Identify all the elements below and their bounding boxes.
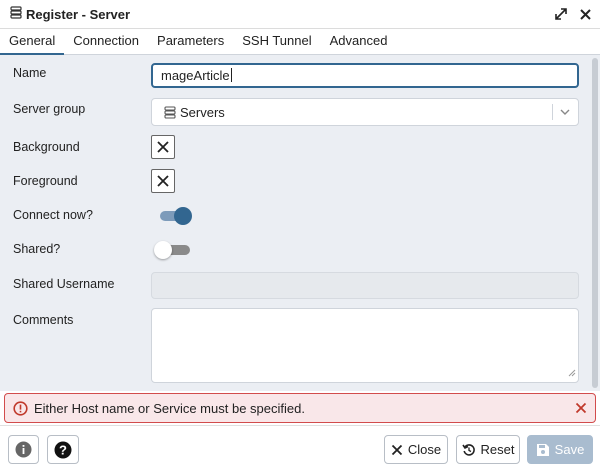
close-button[interactable]: Close [384,435,448,464]
tab-connection[interactable]: Connection [64,29,148,55]
comments-label: Comments [13,313,74,327]
toggle-knob [174,207,192,225]
error-alert: Either Host name or Service must be spec… [4,393,596,423]
clear-color-icon [157,141,169,153]
tab-parameters[interactable]: Parameters [148,29,233,55]
reset-icon [461,443,476,457]
tab-ssh-tunnel[interactable]: SSH Tunnel [233,29,320,55]
text-caret [230,68,232,82]
clear-color-icon [157,175,169,187]
name-input[interactable]: mageArticle [151,63,579,88]
resize-grip-icon[interactable] [568,365,576,380]
server-group-icon [164,105,176,119]
help-icon: ? [54,441,72,459]
tab-bar: General Connection Parameters SSH Tunnel… [0,29,600,55]
shared-label: Shared? [13,242,61,256]
dismiss-error-icon[interactable] [575,402,587,414]
shared-username-input [151,272,579,299]
server-group-label: Server group [13,102,86,116]
select-separator [552,104,553,120]
svg-text:?: ? [59,442,67,457]
server-icon [10,6,22,22]
close-x-icon [391,444,403,456]
maximize-icon[interactable] [554,6,568,22]
shared-username-label: Shared Username [13,277,115,291]
reset-button[interactable]: Reset [456,435,520,464]
toggle-knob [154,241,172,259]
reset-button-label: Reset [480,442,515,457]
dialog-title: Register - Server [26,6,131,22]
foreground-color-picker[interactable] [151,169,175,193]
background-label: Background [13,140,80,154]
name-input-value: mageArticle [161,68,230,83]
tab-general[interactable]: General [0,29,65,55]
dialog-titlebar[interactable]: Register - Server [0,0,600,29]
tab-advanced[interactable]: Advanced [321,29,397,55]
comments-textarea[interactable] [151,308,579,383]
panel-scrollbar[interactable] [592,58,598,388]
help-button[interactable]: ? [47,435,79,464]
foreground-label: Foreground [13,174,78,188]
connect-now-label: Connect now? [13,208,93,222]
server-group-value: Servers [180,104,225,120]
alert-circle-icon [13,400,28,416]
save-button[interactable]: Save [527,435,593,464]
error-message: Either Host name or Service must be spec… [34,400,305,416]
connect-now-toggle[interactable] [160,206,192,226]
shared-toggle[interactable] [154,240,192,260]
save-button-label: Save [554,442,585,457]
background-color-picker[interactable] [151,135,175,159]
chevron-down-icon[interactable] [559,106,571,121]
info-button[interactable] [8,435,39,464]
name-label: Name [13,66,47,80]
close-button-label: Close [407,442,442,457]
info-icon [15,441,32,458]
server-group-select[interactable]: Servers [151,98,579,126]
close-icon[interactable] [578,6,592,22]
dialog-footer: ? Close Reset Save [0,425,600,471]
floppy-disk-icon [536,443,550,457]
